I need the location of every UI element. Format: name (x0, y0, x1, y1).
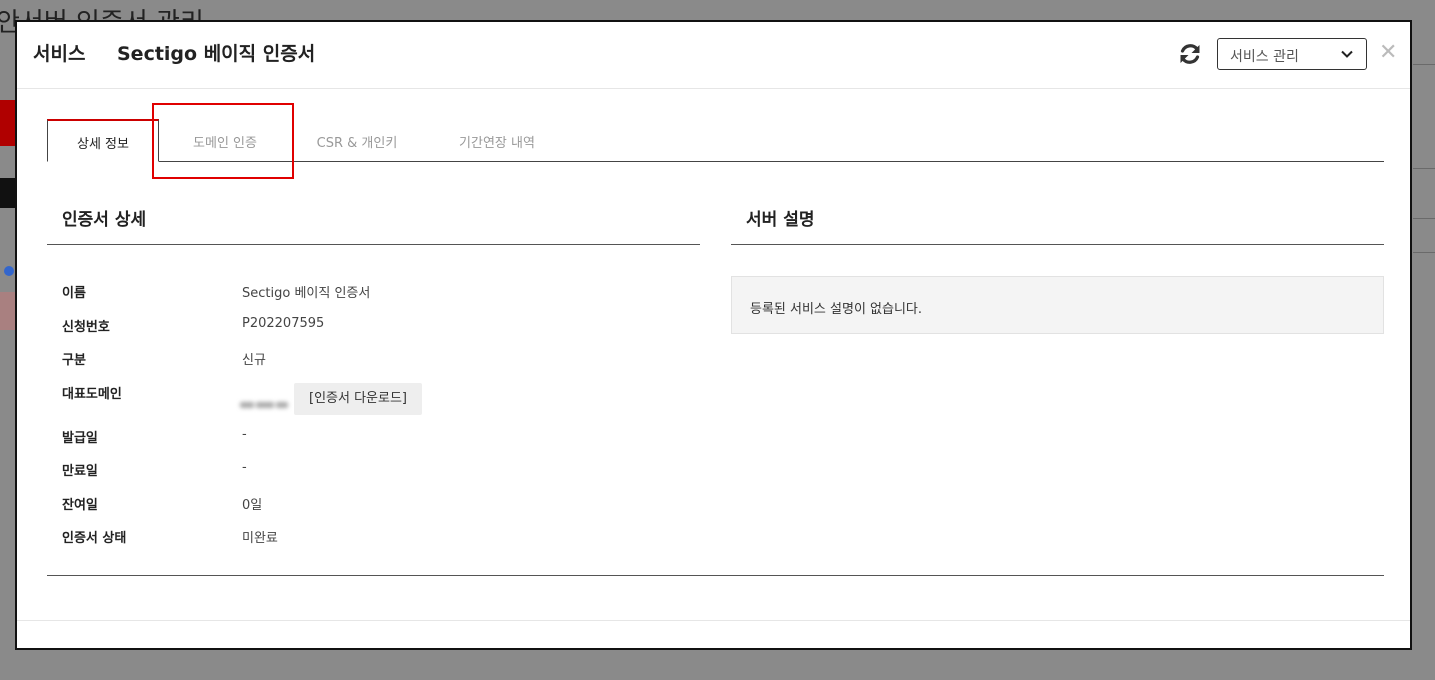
modal-footer-divider (17, 620, 1410, 621)
server-description-box: 등록된 서비스 설명이 없습니다. (731, 276, 1384, 334)
row-value-type: 신규 (242, 353, 266, 368)
content-bottom-divider (47, 575, 1384, 576)
server-desc-title: 서버 설명 (746, 210, 815, 230)
service-manage-value: 서비스 관리 (1230, 49, 1299, 65)
row-label-cert-status: 인증서 상태 (62, 531, 127, 546)
server-desc-divider (731, 244, 1384, 245)
background-divider (1413, 218, 1435, 219)
background-divider (1413, 252, 1435, 253)
row-label-days-remaining: 잔여일 (62, 498, 98, 513)
close-icon[interactable]: ✕ (1379, 40, 1397, 65)
row-value-name: Sectigo 베이직 인증서 (242, 286, 371, 301)
row-label-order-number: 신청번호 (62, 320, 110, 335)
chevron-down-icon (1340, 47, 1354, 61)
background-radio (4, 266, 14, 276)
tab-bar: 상세 정보 도메인 인증 CSR & 개인키 기간연장 내역 (47, 119, 1384, 162)
row-value-issue-date: - (242, 427, 247, 442)
row-label-main-domain: 대표도메인 (62, 387, 122, 402)
row-value-days-remaining: 0일 (242, 498, 263, 513)
background-pink-row (0, 292, 16, 330)
tab-renewal-history[interactable]: 기간연장 내역 (437, 119, 557, 161)
tab-csr-private-key[interactable]: CSR & 개인키 (297, 119, 417, 161)
refresh-icon[interactable] (1177, 41, 1203, 67)
cert-detail-title: 인증서 상세 (62, 210, 147, 230)
background-red-block (0, 100, 16, 146)
product-title: Sectigo 베이직 인증서 (117, 43, 316, 65)
row-value-expiry-date: - (242, 460, 247, 475)
row-value-order-number: P202207595 (242, 316, 325, 331)
row-value-cert-status: 미완료 (242, 531, 278, 546)
background-divider (1413, 64, 1435, 65)
tab-domain-verification[interactable]: 도메인 인증 (165, 119, 285, 161)
modal-header: 서비스 Sectigo 베이직 인증서 서비스 관리 ✕ (17, 22, 1410, 89)
service-label: 서비스 (33, 43, 86, 65)
certificate-modal: 서비스 Sectigo 베이직 인증서 서비스 관리 ✕ 상세 정보 도메인 인… (15, 20, 1412, 650)
certificate-download-button[interactable]: [인증서 다운로드] (294, 383, 422, 415)
cert-detail-divider (47, 244, 700, 245)
tab-detail-info[interactable]: 상세 정보 (47, 119, 159, 162)
row-label-expiry-date: 만료일 (62, 464, 98, 479)
service-manage-select[interactable]: 서비스 관리 (1217, 38, 1367, 70)
server-description-text: 등록된 서비스 설명이 없습니다. (750, 302, 923, 317)
row-label-issue-date: 발급일 (62, 431, 98, 446)
main-domain-value-blurred (240, 393, 292, 408)
background-divider (1413, 168, 1435, 169)
background-dark-block (0, 178, 16, 208)
row-label-type: 구분 (62, 353, 86, 368)
row-label-name: 이름 (62, 286, 86, 301)
